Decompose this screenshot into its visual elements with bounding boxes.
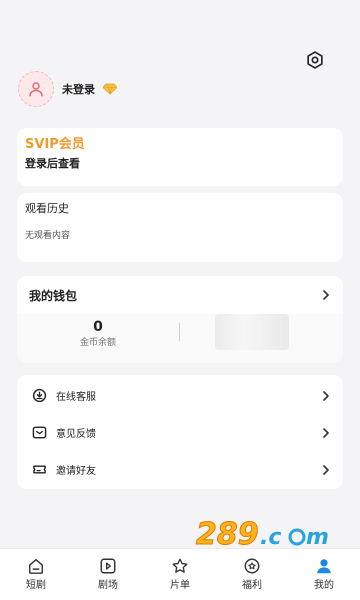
diamond-icon: [103, 83, 117, 95]
bottom-tab-bar: 短剧 剧场 片单 福利 我的: [0, 548, 360, 600]
wallet-title: 我的钱包: [29, 288, 78, 303]
svg-text:.c: .c: [260, 525, 281, 550]
watch-history-card[interactable]: 观看历史 无观看内容: [17, 193, 343, 262]
blurred-area: [215, 314, 289, 350]
play-icon: [98, 556, 118, 576]
tab-theater[interactable]: 剧场: [72, 549, 144, 600]
svg-text:289: 289: [196, 517, 259, 552]
tab-label: 剧场: [98, 580, 118, 591]
menu-item-label: 在线客服: [56, 392, 96, 403]
coin-balance[interactable]: 0 金币余额: [53, 318, 143, 350]
menu-item-label: 意见反馈: [56, 429, 96, 440]
chevron-right-icon: [321, 290, 331, 300]
coin-balance-label: 金币余额: [79, 338, 116, 348]
feedback-icon: [31, 425, 47, 441]
menu-card: 在线客服 意见反馈 邀请好友: [17, 375, 343, 489]
menu-item-label: 邀请好友: [56, 466, 96, 477]
svip-card[interactable]: SVIP会员 登录后查看: [17, 128, 343, 186]
svip-subtitle: 登录后查看: [25, 157, 80, 170]
avatar[interactable]: [18, 71, 54, 107]
status-bar: [0, 0, 360, 22]
profile-page: 未登录 SVIP会员 登录后查看 观看历史 无观看内容 我的钱包 0 金币余额: [0, 0, 360, 600]
chevron-right-icon: [321, 427, 331, 438]
user-icon: [29, 82, 43, 97]
wallet-header[interactable]: 我的钱包: [17, 276, 343, 314]
tab-label: 我的: [314, 580, 334, 591]
tab-playlist[interactable]: 片单: [144, 549, 216, 600]
menu-item-customer-service[interactable]: 在线客服: [17, 377, 343, 414]
gift-icon: [242, 556, 262, 576]
tab-label: 片单: [170, 580, 190, 591]
coin-balance-value: 0: [93, 319, 103, 335]
ticket-icon: [31, 462, 47, 478]
chevron-right-icon: [321, 390, 331, 401]
chevron-right-icon: [321, 464, 331, 475]
history-empty-text: 无观看内容: [25, 231, 71, 241]
tab-label: 福利: [242, 580, 262, 591]
tab-mine[interactable]: 我的: [288, 549, 360, 600]
star-icon: [170, 556, 190, 576]
login-status-text[interactable]: 未登录: [62, 81, 95, 97]
svg-text:m: m: [306, 525, 329, 550]
menu-item-invite-friends[interactable]: 邀请好友: [17, 451, 343, 488]
headset-icon: [31, 388, 47, 404]
wallet-body: 0 金币余额: [17, 314, 343, 363]
user-icon: [314, 556, 334, 576]
profile-header[interactable]: 未登录: [18, 71, 117, 107]
tab-label: 短剧: [26, 580, 46, 591]
wallet-card: 我的钱包 0 金币余额: [17, 276, 343, 363]
svip-title: SVIP会员: [25, 137, 85, 152]
menu-item-feedback[interactable]: 意见反馈: [17, 414, 343, 451]
history-title: 观看历史: [25, 202, 69, 215]
tab-benefits[interactable]: 福利: [216, 549, 288, 600]
tab-short-drama[interactable]: 短剧: [0, 549, 72, 600]
home-icon: [26, 556, 46, 576]
settings-button[interactable]: [303, 48, 327, 72]
wallet-divider: [179, 323, 180, 341]
gear-icon: [307, 51, 323, 69]
